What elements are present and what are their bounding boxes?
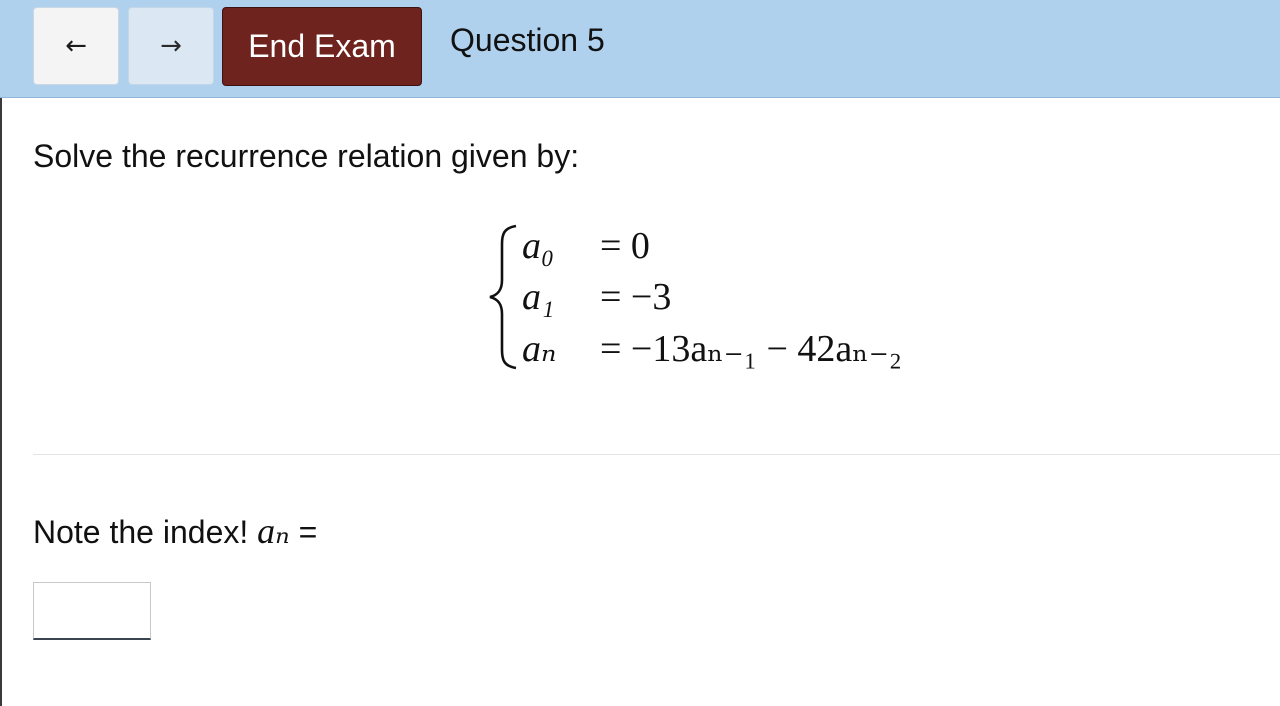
exam-toolbar: ← → End Exam Question 5 [0, 0, 1280, 98]
left-arrow-icon: ← [65, 31, 87, 61]
end-exam-label: End Exam [248, 28, 396, 64]
end-exam-button[interactable]: End Exam [222, 7, 422, 86]
equation-rhs-a1: = −3 [600, 276, 672, 318]
note-math-symbol: aₙ [257, 511, 290, 551]
note-equals: = [298, 514, 318, 550]
recurrence-system: a₀ = 0 a₁ = −3 aₙ = −13aₙ₋₁ − 42aₙ₋₂ [486, 222, 946, 372]
page-left-edge [0, 98, 2, 706]
answer-input[interactable] [33, 582, 151, 640]
answer-prompt: Note the index! aₙ = [33, 510, 317, 552]
equation-rhs-a0: = 0 [600, 225, 650, 267]
section-divider [33, 454, 1280, 455]
left-brace-icon [489, 224, 517, 370]
equation-lhs-an: aₙ [522, 328, 557, 370]
back-button[interactable]: ← [33, 7, 119, 85]
equation-rhs-an: = −13aₙ₋₁ − 42aₙ₋₂ [600, 328, 903, 370]
question-prompt: Solve the recurrence relation given by: [33, 138, 580, 174]
forward-button[interactable]: → [128, 7, 214, 85]
note-text: Note the index! [33, 514, 249, 550]
right-arrow-icon: → [160, 31, 182, 61]
equation-lhs-a1: a₁ [522, 276, 555, 318]
question-number: Question 5 [450, 22, 605, 58]
equation-lhs-a0: a₀ [522, 225, 555, 267]
